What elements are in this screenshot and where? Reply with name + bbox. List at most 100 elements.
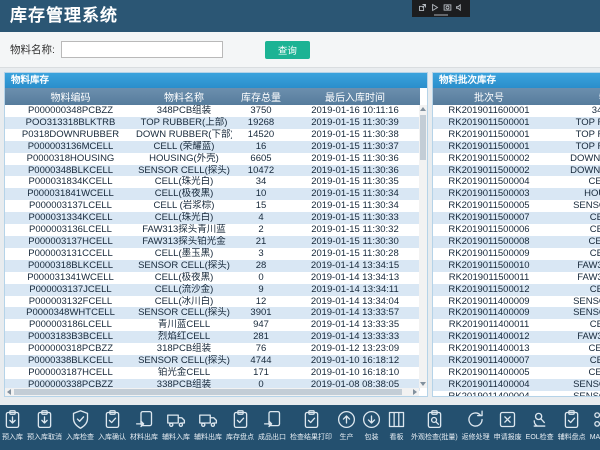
table-cell: 2019-01-10 16:18:12 xyxy=(290,355,420,367)
overlay-audio-icon[interactable] xyxy=(455,3,464,12)
table-row[interactable]: P0318DOWNRUBBERDOWN RUBBER(下部)145202019-… xyxy=(5,129,420,141)
query-button[interactable]: 查询 xyxy=(265,41,310,59)
table-cell: RK2019011500008 xyxy=(433,236,545,248)
table-row[interactable]: P000031834KCELLCELL(珠光白)342019-01-15 11:… xyxy=(5,176,420,188)
table-row[interactable]: RK2019011500006CELL(极夜黑) xyxy=(433,224,600,236)
toolbar-item-packaging[interactable]: 包装 xyxy=(360,409,383,442)
table-row[interactable]: P000003132FCELLCELL(冰川白)122019-01-14 13:… xyxy=(5,296,420,308)
toolbar-item-auxiliary-count[interactable]: 辅料盘点 xyxy=(557,409,587,442)
x-box-icon xyxy=(497,409,518,430)
toolbar-item-pre-inbound[interactable]: 预入库 xyxy=(1,409,24,442)
table-row[interactable]: RK2019011400007CELL(冰川白) xyxy=(433,355,600,367)
table-row[interactable]: RK2019011400005CELL (岩浆棕) xyxy=(433,367,600,379)
table-row[interactable]: RK2019011500002DOWN RUBBER(下部) xyxy=(433,165,600,177)
toolbar-item-pre-inbound-cancel[interactable]: 预入库取消 xyxy=(26,409,63,442)
table-cell: 2019-01-15 11:30:30 xyxy=(290,236,420,248)
table-row[interactable]: RK2019011500007CELL(珠光白) xyxy=(433,212,600,224)
table-row[interactable]: P000003137JCELLCELL(流沙金)92019-01-14 13:3… xyxy=(5,284,420,296)
table-cell: RK2019011500001 xyxy=(433,117,545,129)
table-cell: 铂光金CELL xyxy=(136,367,232,379)
scroll-up-arrow[interactable] xyxy=(420,107,426,111)
table-row[interactable]: RK2019011400009SENSOR CELL(探头) xyxy=(433,307,600,319)
table-row[interactable]: RK2019011500011FAW313探头铂光金 xyxy=(433,272,600,284)
table-row[interactable]: P000000318PCBZZ318PCB组装762019-01-12 13:2… xyxy=(5,343,420,355)
toolbar-item-rework[interactable]: 返修处理 xyxy=(461,409,491,442)
toolbar-item-stock-count[interactable]: 库存盘点 xyxy=(225,409,255,442)
table-row[interactable]: RK2019011500008CELL (岩浆棕) xyxy=(433,236,600,248)
table-row[interactable]: P0000318HOUSINGHOUSING(外壳)66052019-01-15… xyxy=(5,153,420,165)
table-cell: HOUSING(外壳) xyxy=(545,188,600,200)
table-row[interactable]: RK2019011500002DOWN RUBBER(下部) xyxy=(433,153,600,165)
left-table-horizontal-scrollbar[interactable] xyxy=(5,388,419,396)
table-row[interactable]: RK2019011500010FAW313探头青川蓝 xyxy=(433,260,600,272)
table-row[interactable]: P000003187HCELL铂光金CELL1712019-01-10 16:1… xyxy=(5,367,420,379)
table-row[interactable]: RK2019011400011CELL(流沙金) xyxy=(433,319,600,331)
left-table-vertical-scrollbar[interactable] xyxy=(419,105,427,388)
toolbar-item-inspection-result-print[interactable]: 检查结果打印 xyxy=(289,409,333,442)
table-row[interactable]: RK2019011500005SENSOR CELL(探头) xyxy=(433,200,600,212)
table-row[interactable]: RK2019011500009CELL(珠光白) xyxy=(433,248,600,260)
table-row[interactable]: P0000348WHTCELLSENSOR CELL(探头)39012019-0… xyxy=(5,307,420,319)
toolbar-item-appearance-inspection[interactable]: 外观检查(批量) xyxy=(410,409,459,442)
vertical-scroll-thumb[interactable] xyxy=(420,115,426,160)
clipboard-check-icon xyxy=(102,409,123,430)
table-row[interactable]: RK2019011400013CELL (荣耀蓝) xyxy=(433,343,600,355)
toolbar-item-kanban[interactable]: 看板 xyxy=(385,409,408,442)
table-row[interactable]: RK2019011400004SENSOR CELL(探头) xyxy=(433,379,600,391)
table-cell: SENSOR CELL(探头) xyxy=(545,391,600,397)
table-row[interactable]: POO313318BLKTRBTOP RUBBER(上部)192682019-0… xyxy=(5,117,420,129)
table-cell: TOP RUBBER(上部) xyxy=(545,141,600,153)
table-row[interactable]: P000003131CCELLCELL(墨玉黑)32019-01-15 11:3… xyxy=(5,248,420,260)
batch-stock-table: 批次号物料名称 RK2019011600001348PCB组装RK2019011… xyxy=(433,88,600,397)
scroll-right-arrow[interactable] xyxy=(413,389,417,395)
overlay-drag-handle[interactable] xyxy=(434,14,448,16)
toolbar-item-finished-goods-export[interactable]: 成品出口 xyxy=(257,409,287,442)
scroll-left-arrow[interactable] xyxy=(7,389,11,395)
toolbar-item-production[interactable]: 生产 xyxy=(335,409,358,442)
toolbar-item-inbound-inspection[interactable]: 入库检查 xyxy=(65,409,95,442)
table-row[interactable]: RK2019011500001TOP RUBBER(上部) xyxy=(433,117,600,129)
table-row[interactable]: P000031341WCELLCELL(极夜黑)02019-01-14 13:3… xyxy=(5,272,420,284)
search-label: 物料名称: xyxy=(10,42,55,57)
table-row[interactable]: P0000318BLKCELLSENSOR CELL(探头)282019-01-… xyxy=(5,260,420,272)
truck-icon xyxy=(166,409,187,430)
material-name-input[interactable] xyxy=(61,41,223,58)
table-row[interactable]: P000003137HCELLFAW313探头铂光金212019-01-15 1… xyxy=(5,236,420,248)
table-row[interactable]: RK2019011500001TOP RUBBER(上部) xyxy=(433,141,600,153)
table-row[interactable]: P000031334KCELLCELL(珠光白)42019-01-15 11:3… xyxy=(5,212,420,224)
table-cell: RK2019011500011 xyxy=(433,272,545,284)
table-row[interactable]: P0003183B3BCELL烈焰红CELL2812019-01-14 13:3… xyxy=(5,331,420,343)
toolbar-item-auxiliary-outbound[interactable]: 辅料出库 xyxy=(193,409,223,442)
table-row[interactable]: P000003136LCELLFAW313探头青川蓝22019-01-15 11… xyxy=(5,224,420,236)
table-row[interactable]: RK2019011500003HOUSING(外壳) xyxy=(433,188,600,200)
table-row[interactable]: P000003186LCELL青川蓝CELL9472019-01-14 13:3… xyxy=(5,319,420,331)
toolbar-item-auxiliary-inbound[interactable]: 辅料入库 xyxy=(161,409,191,442)
table-row[interactable]: RK2019011500004CELL (荣耀蓝) xyxy=(433,176,600,188)
toolbar-item-eol-inspection[interactable]: EOL检查 xyxy=(525,409,555,442)
toolbar-item-inbound-confirm[interactable]: 入库确认 xyxy=(97,409,127,442)
table-row[interactable]: P000003137LCELLCELL (岩浆棕)152019-01-15 11… xyxy=(5,200,420,212)
table-row[interactable]: RK2019011600001348PCB组装 xyxy=(433,105,600,117)
overlay-play-icon[interactable] xyxy=(430,3,439,12)
table-row[interactable]: P0000348BLKCELLSENSOR CELL(探头)104722019-… xyxy=(5,165,420,177)
overlay-export-icon[interactable] xyxy=(418,3,427,12)
table-cell: CELL (荣耀蓝) xyxy=(545,176,600,188)
table-row[interactable]: P000031841WCELLCELL(极夜黑)102019-01-15 11:… xyxy=(5,188,420,200)
table-row[interactable]: P0000338BLKCELLSENSOR CELL(探头)47442019-0… xyxy=(5,355,420,367)
table-cell: P000003136LCELL xyxy=(5,224,136,236)
scroll-down-arrow[interactable] xyxy=(420,382,426,386)
table-cell: 281 xyxy=(232,331,290,343)
toolbar-item-scrap-request[interactable]: 申请报废 xyxy=(493,409,523,442)
table-row[interactable]: RK2019011400009SENSOR CELL(探头) xyxy=(433,296,600,308)
table-row[interactable]: P000000348PCBZZ348PCB组装37502019-01-16 10… xyxy=(5,105,420,117)
horizontal-scroll-thumb[interactable] xyxy=(14,389,402,395)
table-row[interactable]: RK2019011400012FAW313探头铂光金 xyxy=(433,331,600,343)
toolbar-item-ma-list[interactable]: MA列表 xyxy=(589,409,600,442)
table-row[interactable]: RK2019011500012CELL(墨玉黑) xyxy=(433,284,600,296)
overlay-screenshot-icon[interactable] xyxy=(443,3,452,12)
shield-icon xyxy=(70,409,91,430)
table-row[interactable]: RK2019011400004SENSOR CELL(探头) xyxy=(433,391,600,397)
table-row[interactable]: P000003136MCELLCELL (荣耀蓝)162019-01-15 11… xyxy=(5,141,420,153)
table-row[interactable]: RK2019011500001TOP RUBBER(上部) xyxy=(433,129,600,141)
toolbar-item-material-outbound[interactable]: 材料出库 xyxy=(129,409,159,442)
